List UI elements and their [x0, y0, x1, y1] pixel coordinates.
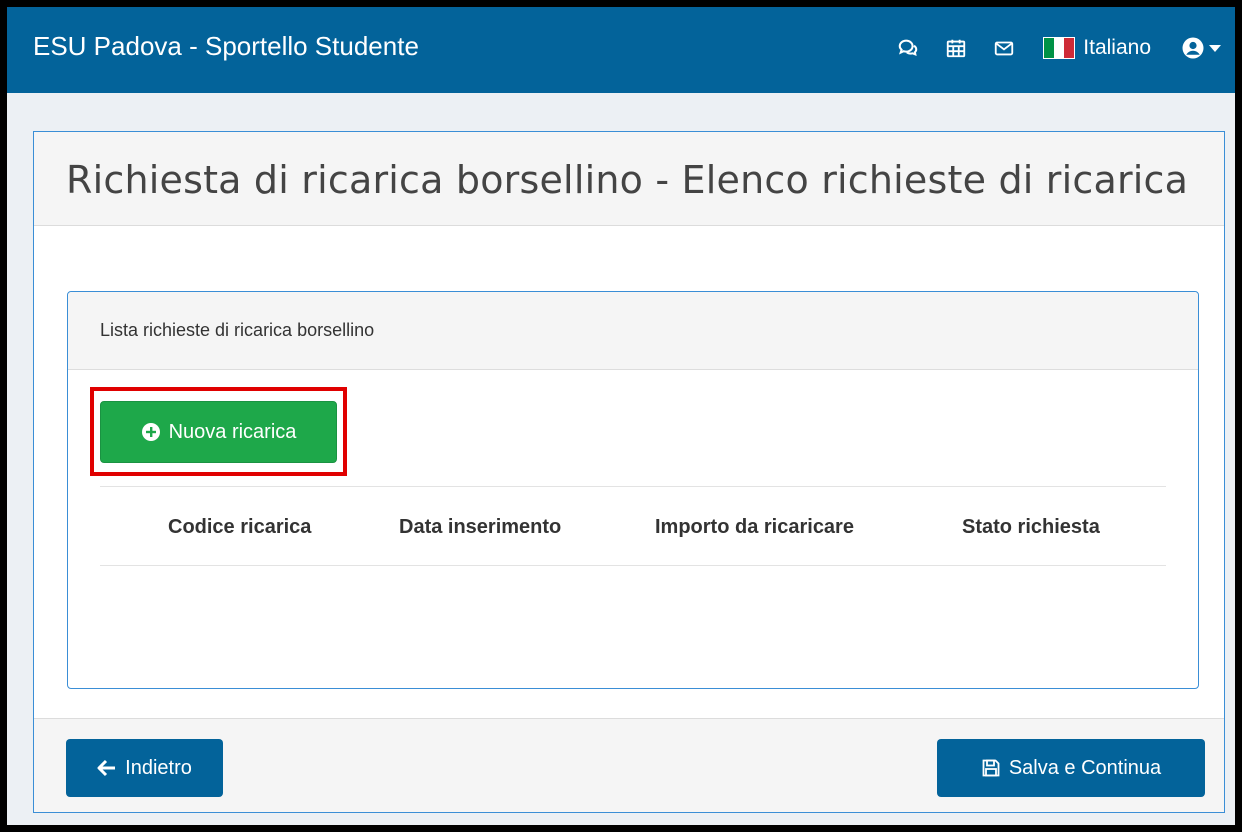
back-button-label: Indietro: [125, 756, 192, 779]
arrow-left-icon: [97, 759, 116, 777]
new-recharge-button[interactable]: Nuova ricarica: [100, 401, 337, 463]
back-button[interactable]: Indietro: [66, 739, 223, 797]
column-header-date[interactable]: Data inserimento: [399, 516, 561, 539]
requests-table: Codice ricarica Data inserimento Importo…: [100, 486, 1166, 566]
requests-list-title: Lista richieste di ricarica borsellino: [100, 320, 375, 340]
save-continue-button[interactable]: Salva e Continua: [937, 739, 1205, 797]
chevron-down-icon: [1209, 44, 1221, 52]
requests-list-panel: Lista richieste di ricarica borsellino N…: [67, 291, 1199, 689]
main-panel-header: Richiesta di ricarica borsellino - Elenc…: [34, 132, 1224, 226]
app-screen: ESU Padova - Sportello Studente Italiano…: [7, 7, 1235, 825]
new-recharge-label: Nuova ricarica: [168, 420, 297, 443]
navbar-actions: Italiano: [873, 31, 1221, 65]
italy-flag-icon[interactable]: [1043, 37, 1076, 59]
column-header-status[interactable]: Stato richiesta: [962, 516, 1100, 539]
requests-list-header: Lista richieste di ricarica borsellino: [68, 292, 1198, 370]
calendar-icon[interactable]: [943, 35, 969, 61]
main-panel-footer: Indietro Salva e Continua: [34, 718, 1224, 812]
column-header-amount[interactable]: Importo da ricaricare: [655, 516, 854, 539]
user-icon: [1182, 37, 1204, 59]
language-selector[interactable]: Italiano: [1083, 36, 1151, 60]
top-navbar: ESU Padova - Sportello Studente Italiano: [7, 7, 1235, 93]
mail-icon[interactable]: [991, 35, 1017, 61]
brand-title[interactable]: ESU Padova - Sportello Studente: [33, 31, 419, 62]
page-title: Richiesta di ricarica borsellino - Elenc…: [66, 158, 1189, 202]
column-header-code[interactable]: Codice ricarica: [168, 516, 311, 539]
save-icon: [982, 759, 1000, 777]
user-menu[interactable]: [1181, 36, 1221, 60]
plus-circle-icon: [141, 423, 160, 441]
main-panel: Richiesta di ricarica borsellino - Elenc…: [33, 131, 1225, 813]
chat-icon[interactable]: [895, 35, 921, 61]
save-continue-label: Salva e Continua: [1008, 756, 1162, 779]
